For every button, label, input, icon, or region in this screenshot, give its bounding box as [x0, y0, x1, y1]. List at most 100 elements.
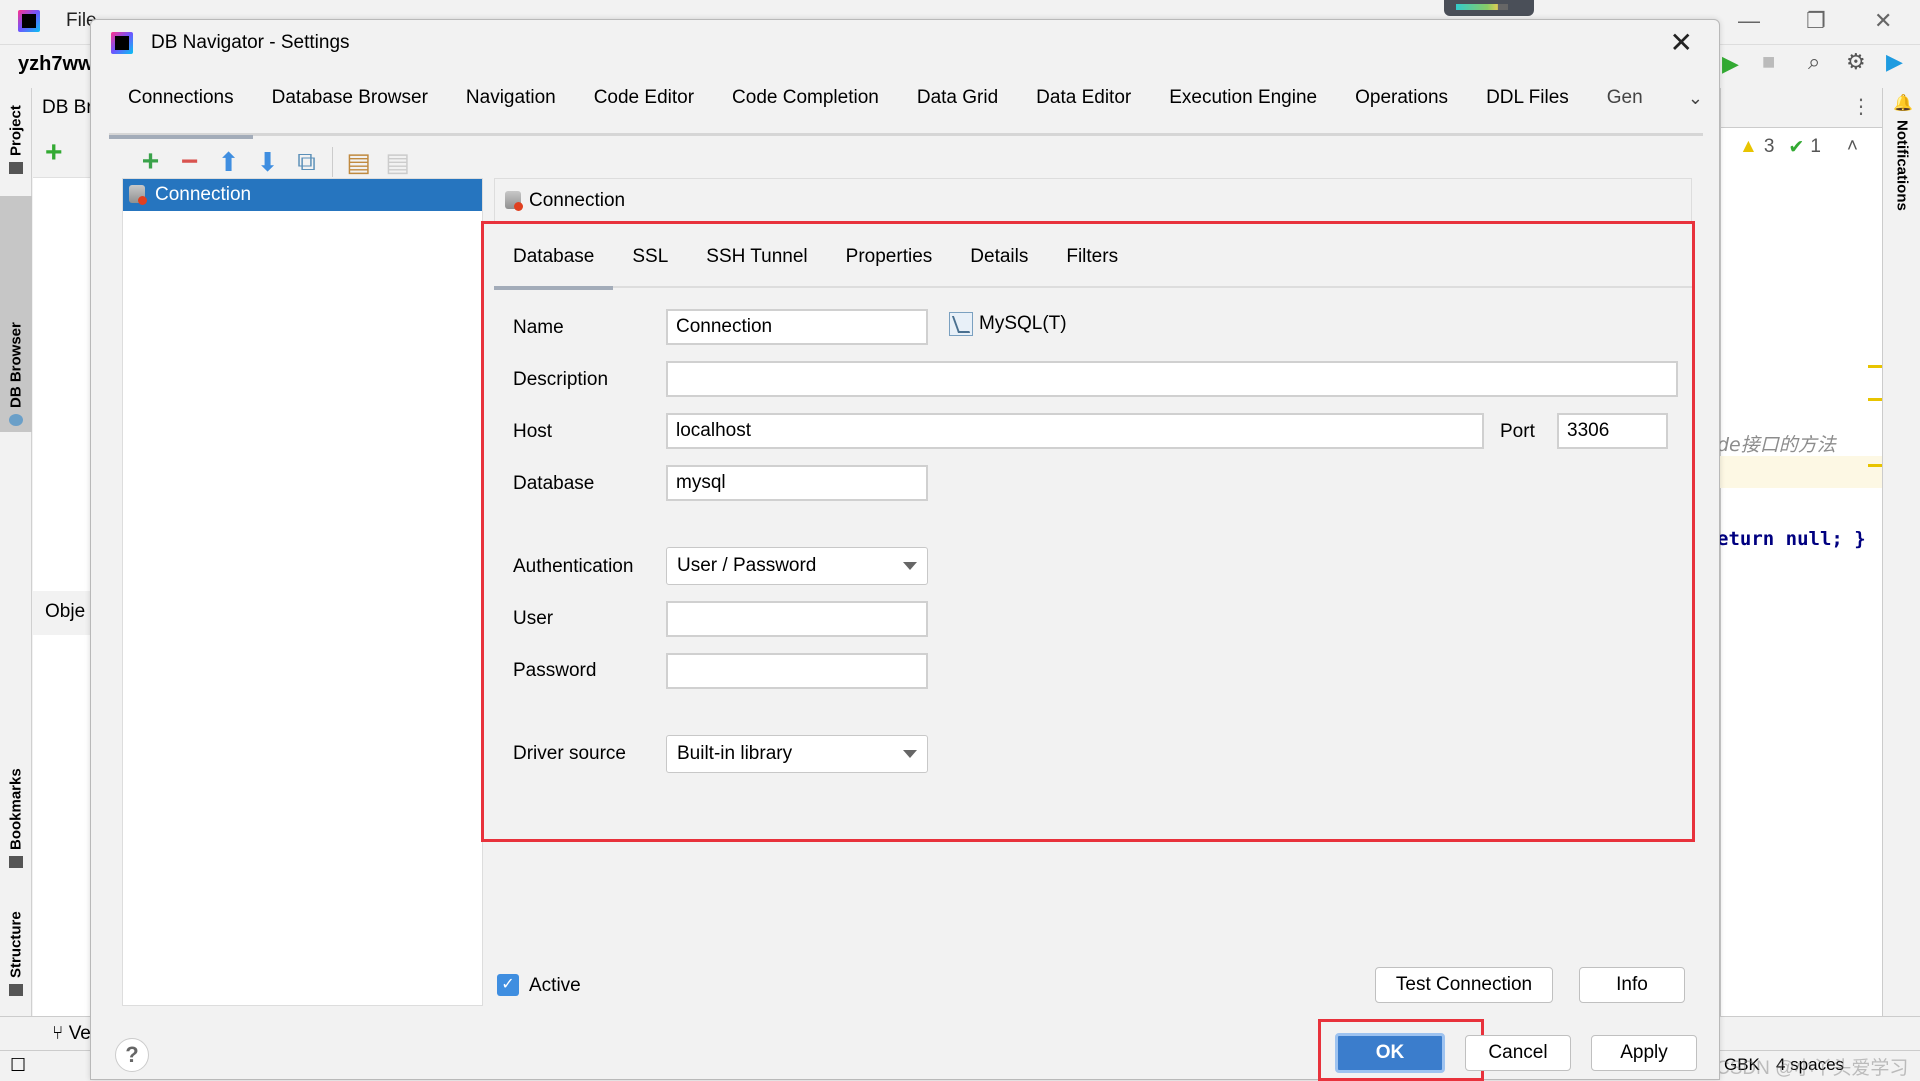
- more-options-icon[interactable]: ⋮: [1851, 94, 1871, 119]
- name-input[interactable]: [666, 309, 928, 345]
- ok-button[interactable]: OK: [1335, 1033, 1445, 1073]
- chevron-down-icon[interactable]: ⌄: [1688, 88, 1703, 109]
- name-label: Name: [513, 317, 564, 338]
- user-label: User: [513, 608, 554, 629]
- active-label: Active: [529, 975, 581, 996]
- tab-database-browser[interactable]: Database Browser: [253, 82, 447, 136]
- plugin-icon[interactable]: ▶: [1886, 49, 1903, 79]
- stop-icon[interactable]: ■: [1762, 49, 1775, 79]
- check-icon: ✔: [1788, 137, 1805, 158]
- db-browser-icon: [9, 414, 23, 426]
- password-input[interactable]: [666, 653, 928, 689]
- intellij-logo-icon: [18, 10, 40, 32]
- highlight-annotation-box: [481, 221, 1695, 842]
- tab-connections[interactable]: Connections: [109, 82, 253, 139]
- subtab-properties[interactable]: Properties: [827, 242, 952, 288]
- bookmark-icon: [9, 856, 23, 868]
- tool-tab-version-control[interactable]: ⑂ Ve: [52, 1023, 91, 1045]
- intellij-logo-icon: [111, 32, 133, 54]
- memory-indicator: [1444, 0, 1534, 16]
- search-icon[interactable]: ⌕: [1808, 49, 1820, 79]
- tool-tab-structure[interactable]: Structure: [0, 892, 32, 1002]
- watermark: CSDN @小丫头爱学习: [1716, 1058, 1909, 1079]
- test-connection-button[interactable]: Test Connection: [1375, 967, 1553, 1003]
- run-coverage-icon[interactable]: ▶: [1722, 51, 1739, 81]
- subtab-database[interactable]: Database: [494, 242, 614, 290]
- db-browser-panel: DB Br + Obje: [33, 88, 93, 1016]
- object-panel-header: Obje: [33, 591, 93, 635]
- project-name[interactable]: yzh7ww: [18, 53, 94, 76]
- description-input[interactable]: [666, 361, 1678, 397]
- subtab-ssl[interactable]: SSL: [613, 242, 687, 288]
- connection-panel-header: Connection: [494, 178, 1692, 222]
- move-up-icon[interactable]: ⬆: [209, 145, 248, 179]
- close-window-icon[interactable]: ✕: [1874, 8, 1892, 34]
- tab-general[interactable]: Gen: [1588, 82, 1662, 136]
- tab-navigation[interactable]: Navigation: [447, 82, 575, 136]
- move-down-icon[interactable]: ⬇: [248, 145, 287, 179]
- tab-execution-engine[interactable]: Execution Engine: [1150, 82, 1336, 136]
- code-comment: de接口的方法: [1717, 434, 1836, 456]
- tool-tab-bookmarks[interactable]: Bookmarks: [0, 756, 32, 874]
- remove-icon[interactable]: −: [170, 145, 209, 179]
- database-label: Database: [513, 473, 595, 494]
- database-input[interactable]: [666, 465, 928, 501]
- restore-icon[interactable]: ❐: [1806, 8, 1826, 34]
- tab-code-completion[interactable]: Code Completion: [713, 82, 898, 136]
- connection-list-item[interactable]: Connection: [123, 179, 482, 211]
- subtab-details[interactable]: Details: [951, 242, 1047, 288]
- add-icon[interactable]: +: [131, 145, 170, 179]
- gear-icon[interactable]: ⚙: [1846, 49, 1866, 79]
- tab-code-editor[interactable]: Code Editor: [575, 82, 713, 136]
- tab-data-editor[interactable]: Data Editor: [1017, 82, 1150, 136]
- right-tool-strip: 🔔 Notifications: [1882, 88, 1920, 1016]
- db-browser-header: DB Br: [33, 88, 93, 132]
- prev-highlight-icon[interactable]: ˄: [1847, 136, 1858, 159]
- info-button[interactable]: Info: [1579, 967, 1685, 1003]
- subtab-ssh-tunnel[interactable]: SSH Tunnel: [687, 242, 826, 288]
- host-input[interactable]: [666, 413, 1484, 449]
- user-input[interactable]: [666, 601, 928, 637]
- cancel-button[interactable]: Cancel: [1465, 1035, 1571, 1071]
- minimize-icon[interactable]: —: [1738, 8, 1760, 34]
- bell-icon: 🔔: [1893, 94, 1911, 114]
- structure-icon: [9, 984, 23, 996]
- dropdown-arrow-icon: [903, 750, 917, 758]
- code-line: eturn null; }: [1717, 528, 1866, 550]
- port-label: Port: [1500, 421, 1535, 442]
- tab-data-grid[interactable]: Data Grid: [898, 82, 1017, 136]
- connection-subtabs: Database SSL SSH Tunnel Properties Detai…: [494, 242, 1692, 290]
- add-connection-icon[interactable]: +: [45, 136, 63, 170]
- tool-tab-notifications[interactable]: 🔔 Notifications: [1886, 88, 1918, 238]
- tab-operations[interactable]: Operations: [1336, 82, 1467, 136]
- tool-tab-db-browser[interactable]: DB Browser: [0, 196, 32, 432]
- close-icon[interactable]: ✕: [1670, 26, 1693, 59]
- dropdown-arrow-icon: [903, 562, 917, 570]
- connection-detail-panel: Connection Database SSL SSH Tunnel Prope…: [481, 178, 1695, 1018]
- import-icon[interactable]: ▤: [378, 145, 417, 179]
- layout-icon[interactable]: ☐: [10, 1055, 26, 1076]
- driver-source-select[interactable]: Built-in library: [666, 735, 928, 773]
- subtab-filters[interactable]: Filters: [1047, 242, 1137, 288]
- settings-dialog: DB Navigator - Settings ✕ Connections Da…: [90, 19, 1720, 1081]
- editor-tab-row: ⋮: [1721, 88, 1883, 128]
- port-input[interactable]: [1557, 413, 1668, 449]
- help-button[interactable]: ?: [115, 1038, 149, 1072]
- db-type-indicator[interactable]: MySQL(T): [949, 312, 1067, 336]
- dialog-title-bar: DB Navigator - Settings: [111, 32, 350, 54]
- export-icon[interactable]: ▤: [339, 145, 378, 179]
- description-label: Description: [513, 369, 609, 390]
- tab-ddl-files[interactable]: DDL Files: [1467, 82, 1588, 136]
- apply-button[interactable]: Apply: [1591, 1035, 1697, 1071]
- mysql-icon: [949, 312, 973, 336]
- editor-area: ⋮ ▲ 3 ✔ 1 ˄ ˅: [1720, 88, 1895, 1016]
- settings-tabs: Connections Database Browser Navigation …: [109, 82, 1703, 139]
- host-label: Host: [513, 421, 553, 442]
- copy-icon[interactable]: ⧉: [287, 145, 326, 179]
- warning-icon: ▲: [1739, 136, 1758, 157]
- connection-icon: [505, 190, 523, 211]
- inspection-widget[interactable]: ▲ 3 ✔ 1 ˄ ˅: [1739, 136, 1895, 159]
- tool-tab-project[interactable]: Project: [0, 88, 32, 180]
- authentication-select[interactable]: User / Password: [666, 547, 928, 585]
- active-checkbox[interactable]: ✓: [497, 974, 519, 996]
